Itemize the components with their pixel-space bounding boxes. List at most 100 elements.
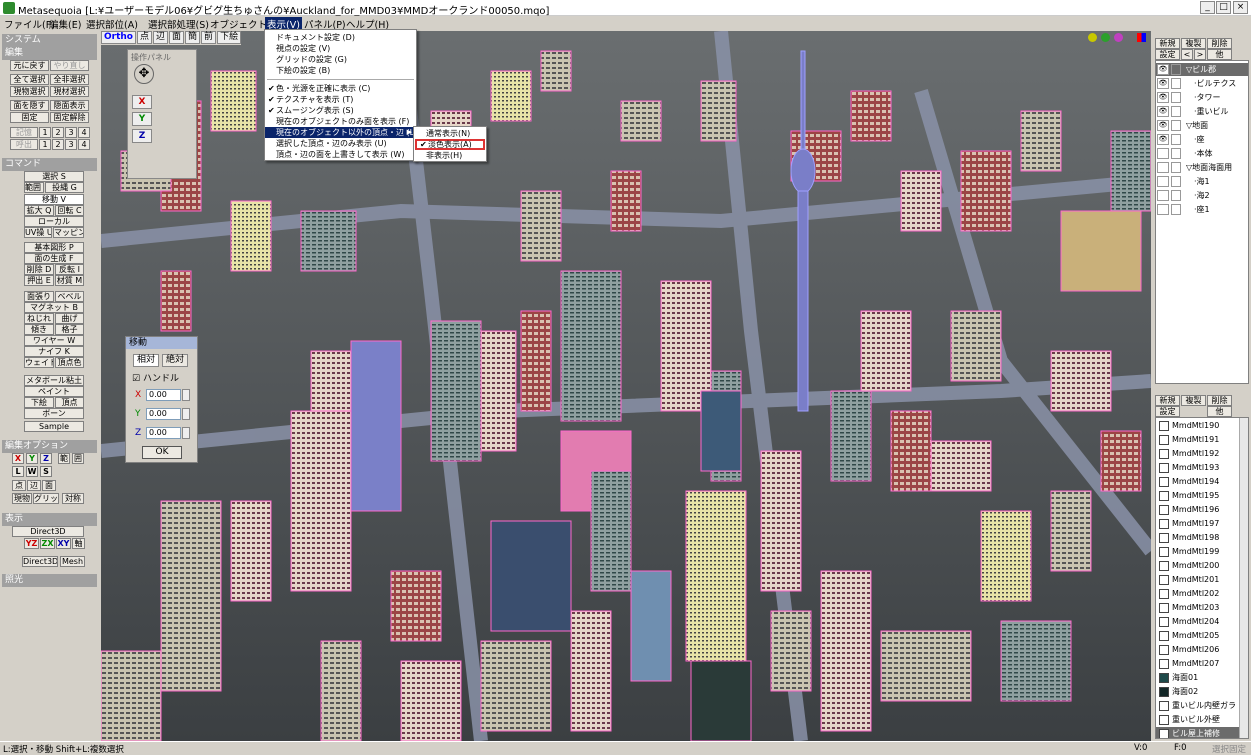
direct3d-view-button[interactable]: Direct3D bbox=[22, 556, 58, 567]
object-row[interactable]: 👁 ▽地面 bbox=[1156, 119, 1248, 132]
absolute-tab[interactable]: 絶対 bbox=[162, 354, 188, 367]
memory-1[interactable]: 1 bbox=[39, 127, 51, 138]
material-row[interactable]: MmdMtl200 bbox=[1156, 559, 1240, 572]
material-row[interactable]: MmdMtl206 bbox=[1156, 643, 1240, 656]
visibility-eye-icon[interactable]: 👁 bbox=[1157, 78, 1169, 89]
front-view-button[interactable]: 前 bbox=[201, 31, 217, 44]
material-row[interactable]: 海面02 bbox=[1156, 685, 1240, 698]
menu-other-objects-vertices[interactable]: 現在のオブジェクト以外の頂点・辺 (L) ▶ bbox=[265, 127, 417, 138]
delete-object-button[interactable]: 削除 bbox=[1207, 38, 1232, 49]
material-row[interactable]: MmdMtl199 bbox=[1156, 545, 1240, 558]
underlay-view-button[interactable]: 下絵 bbox=[217, 31, 242, 44]
z-input[interactable]: 0.00 bbox=[146, 427, 181, 439]
show-hidden-button[interactable]: 隠面表示 bbox=[50, 100, 89, 111]
axis-x-toggle[interactable]: X bbox=[12, 453, 24, 464]
recall-button[interactable]: 呼出 bbox=[10, 139, 38, 150]
face-view-button[interactable]: 面 bbox=[169, 31, 185, 44]
lock-toggle[interactable] bbox=[1171, 120, 1181, 131]
minimize-button[interactable]: _ bbox=[1200, 1, 1215, 14]
rotate-view-icon[interactable] bbox=[1114, 33, 1123, 42]
3d-viewport[interactable]: Ortho 点 辺 面 簡 前 下絵 bbox=[101, 31, 1151, 741]
zoom-icon[interactable] bbox=[1088, 33, 1097, 42]
material-row[interactable]: MmdMtl194 bbox=[1156, 475, 1240, 488]
bone-tool[interactable]: ボーン bbox=[24, 408, 84, 419]
memory-button[interactable]: 記憶 bbox=[10, 127, 38, 138]
material-scrollbar[interactable] bbox=[1239, 418, 1248, 738]
lock-toggle[interactable] bbox=[1171, 78, 1181, 89]
axis-button[interactable]: 軸 bbox=[72, 538, 85, 549]
delete-tool[interactable]: 削除 D bbox=[24, 264, 54, 275]
lock-toggle[interactable] bbox=[1171, 92, 1181, 103]
local-l-toggle[interactable]: L bbox=[12, 466, 24, 477]
menu-current-object-faces[interactable]: 現在のオブジェクトのみ面を表示 (F) bbox=[265, 116, 416, 127]
material-row[interactable]: 重いビル外壁 bbox=[1156, 713, 1240, 726]
visibility-eye-icon[interactable] bbox=[1157, 162, 1169, 173]
material-row[interactable]: MmdMtl197 bbox=[1156, 517, 1240, 530]
material-row[interactable]: ビル屋上補修 bbox=[1156, 727, 1240, 738]
memory-2[interactable]: 2 bbox=[52, 127, 64, 138]
axis-z-toggle[interactable]: Z bbox=[40, 453, 52, 464]
duplicate-material-button[interactable]: 複製 bbox=[1181, 395, 1206, 406]
redo-button[interactable]: やり直し bbox=[50, 60, 89, 71]
object-row[interactable]: 👁 ·重いビル bbox=[1156, 105, 1248, 118]
undo-button[interactable]: 元に戻す bbox=[10, 60, 49, 71]
visibility-eye-icon[interactable]: 👁 bbox=[1157, 106, 1169, 117]
material-row[interactable]: MmdMtl195 bbox=[1156, 489, 1240, 502]
material-row[interactable]: MmdMtl198 bbox=[1156, 531, 1240, 544]
sample-tool[interactable]: Sample bbox=[24, 421, 84, 432]
handle-checkbox[interactable]: ☑ ハンドル bbox=[132, 371, 179, 384]
recall-2[interactable]: 2 bbox=[52, 139, 64, 150]
unfix-button[interactable]: 固定解除 bbox=[50, 112, 89, 123]
select-tool[interactable]: 選択 S bbox=[24, 171, 84, 182]
face-toggle[interactable]: 面 bbox=[42, 480, 56, 491]
move-tool[interactable]: 移動 V bbox=[24, 194, 84, 205]
area-toggle[interactable]: 囲 bbox=[72, 453, 84, 464]
material-row[interactable]: MmdMtl204 bbox=[1156, 615, 1240, 628]
submenu-hide[interactable]: 非表示(H) bbox=[415, 150, 485, 161]
object-row[interactable]: ·海2 bbox=[1156, 189, 1248, 202]
object-row[interactable]: 👁 ·座 bbox=[1156, 133, 1248, 146]
knife-tool[interactable]: ナイフ K bbox=[24, 346, 84, 357]
new-object-button[interactable]: 新規 bbox=[1155, 38, 1180, 49]
op-x-button[interactable]: X bbox=[132, 95, 152, 109]
lock-toggle[interactable] bbox=[1171, 106, 1181, 117]
extrude-tool[interactable]: 押出 E bbox=[24, 275, 54, 286]
object-settings-button[interactable]: 設定 bbox=[1155, 49, 1180, 60]
symmetry-toggle[interactable]: 対称 bbox=[62, 493, 84, 504]
material-row[interactable]: MmdMtl193 bbox=[1156, 461, 1240, 474]
yz-plane-button[interactable]: YZ bbox=[24, 538, 39, 549]
object-row[interactable]: ▽地面海面用 bbox=[1156, 161, 1248, 174]
magnet-tool[interactable]: マグネット B bbox=[24, 302, 84, 313]
current-object-toggle[interactable]: 現物 bbox=[12, 493, 32, 504]
material-row[interactable]: 海面01 bbox=[1156, 671, 1240, 684]
recall-3[interactable]: 3 bbox=[65, 139, 77, 150]
paint-tool[interactable]: ペイント bbox=[24, 386, 84, 397]
op-z-button[interactable]: Z bbox=[132, 129, 152, 143]
bevel-tool[interactable]: ベベル bbox=[55, 291, 84, 302]
ortho-button[interactable]: Ortho bbox=[101, 31, 136, 44]
scale-tool[interactable]: 拡大 Q bbox=[24, 205, 54, 216]
underlay-tool[interactable]: 下絵 bbox=[24, 397, 54, 408]
object-row[interactable]: ·座1 bbox=[1156, 203, 1248, 216]
menu-selected-only[interactable]: 選択した頂点・辺のみ表示 (U) bbox=[265, 138, 416, 149]
select-current-object-button[interactable]: 現物選択 bbox=[10, 86, 49, 97]
material-row[interactable]: MmdMtl203 bbox=[1156, 601, 1240, 614]
local-tool[interactable]: ローカル bbox=[24, 216, 84, 227]
range-tool[interactable]: 範囲 R bbox=[24, 182, 44, 193]
bend-tool[interactable]: 曲げ bbox=[55, 313, 84, 324]
vertex-view-button[interactable]: 点 bbox=[136, 31, 152, 44]
xy-plane-button[interactable]: XY bbox=[56, 538, 71, 549]
primitive-tool[interactable]: 基本図形 P bbox=[24, 242, 84, 253]
move-handle-icon[interactable]: ✥ bbox=[134, 64, 154, 84]
lasso-tool[interactable]: 投縄 G bbox=[45, 182, 84, 193]
point-tool[interactable]: 頂点 bbox=[55, 397, 84, 408]
visibility-eye-icon[interactable]: 👁 bbox=[1157, 64, 1169, 75]
hide-faces-button[interactable]: 面を隠す bbox=[10, 100, 49, 111]
color-display-icon[interactable] bbox=[1137, 33, 1146, 42]
menu-accurate-color[interactable]: ✔ 色・光源を正確に表示 (C) bbox=[265, 83, 416, 94]
material-row[interactable]: MmdMtl202 bbox=[1156, 587, 1240, 600]
mapping-tool[interactable]: マッピング bbox=[53, 227, 84, 238]
lattice-tool[interactable]: 格子 bbox=[55, 324, 84, 335]
material-settings-button[interactable]: 設定 bbox=[1155, 406, 1180, 417]
memory-3[interactable]: 3 bbox=[65, 127, 77, 138]
